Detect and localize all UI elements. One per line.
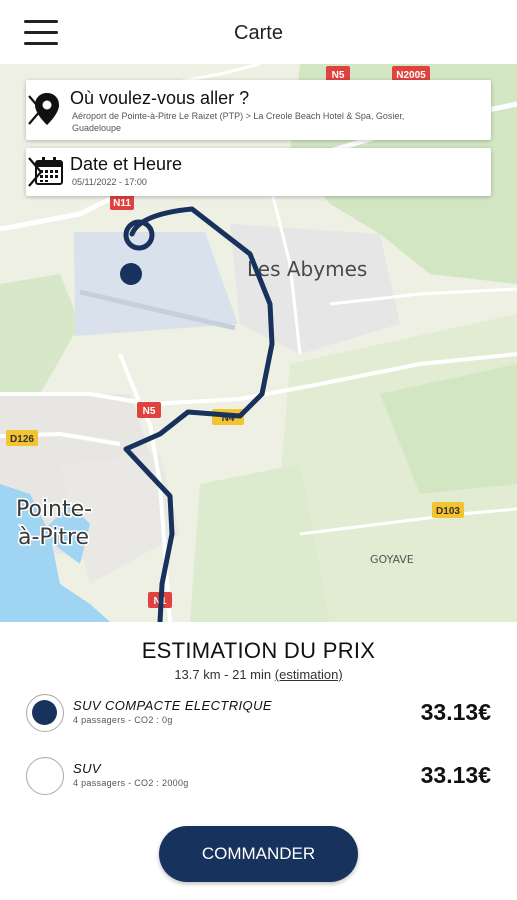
vehicle-option-suv[interactable]: SUV 4 passagers - CO2 : 2000g 33.13€ xyxy=(26,757,496,799)
estimate-link[interactable]: (estimation) xyxy=(275,667,343,682)
svg-text:N5: N5 xyxy=(143,406,156,417)
order-button[interactable]: COMMANDER xyxy=(159,826,358,882)
top-bar: Carte xyxy=(0,0,517,64)
place-label-goyave: GOYAVE xyxy=(370,553,414,566)
radio-button[interactable] xyxy=(26,757,64,795)
chevron-right-icon xyxy=(28,157,43,187)
destination-route-text: Aéroport de Pointe-à-Pitre Le Raizet (PT… xyxy=(72,111,405,133)
vehicle-name: SUV xyxy=(73,761,101,776)
road-badge-n11: N11 xyxy=(110,194,134,210)
road-badge-d126: D126 xyxy=(6,430,38,446)
datetime-value: 05/11/2022 - 17:00 xyxy=(72,177,147,187)
chevron-right-icon xyxy=(28,95,43,125)
svg-text:D103: D103 xyxy=(436,506,460,517)
radio-button-selected[interactable] xyxy=(26,694,64,732)
estimate-summary: 13.7 km - 21 min (estimation) xyxy=(0,667,517,682)
vehicle-price: 33.13€ xyxy=(420,762,491,788)
vehicle-price: 33.13€ xyxy=(420,699,491,725)
svg-text:N11: N11 xyxy=(113,198,131,209)
svg-text:D126: D126 xyxy=(10,434,34,445)
page-title: Carte xyxy=(234,22,283,44)
vehicle-name: SUV COMPACTE ELECTRIQUE xyxy=(73,698,272,713)
place-label-les-abymes: Les Abymes xyxy=(247,257,367,281)
map-view[interactable]: N5 N2005 N11 N5 N4 D126 D103 N1 Les Abym… xyxy=(0,64,517,622)
current-location-marker xyxy=(120,263,142,285)
price-estimate-panel: ESTIMATION DU PRIX 13.7 km - 21 min (est… xyxy=(0,622,517,900)
datetime-card[interactable]: Date et Heure 05/11/2022 - 17:00 xyxy=(26,148,491,196)
destination-card[interactable]: Où voulez-vous aller ? Aéroport de Point… xyxy=(26,80,491,140)
estimate-title: ESTIMATION DU PRIX xyxy=(141,638,376,663)
place-label-pointe-a-pitre-2: à-Pitre xyxy=(18,525,89,550)
datetime-label: Date et Heure xyxy=(70,154,183,174)
road-badge-d103: D103 xyxy=(432,502,464,518)
vehicle-option-suv-electric[interactable]: SUV COMPACTE ELECTRIQUE 4 passagers - CO… xyxy=(26,694,496,736)
estimate-distance-time: 13.7 km - 21 min xyxy=(174,667,272,682)
vehicle-description: 4 passagers - CO2 : 0g xyxy=(73,715,173,725)
destination-label: Où voulez-vous aller ? xyxy=(70,88,250,108)
road-badge-n5-mid: N5 xyxy=(137,402,161,418)
vehicle-description: 4 passagers - CO2 : 2000g xyxy=(73,778,189,788)
place-label-pointe-a-pitre-1: Pointe- xyxy=(16,497,92,522)
